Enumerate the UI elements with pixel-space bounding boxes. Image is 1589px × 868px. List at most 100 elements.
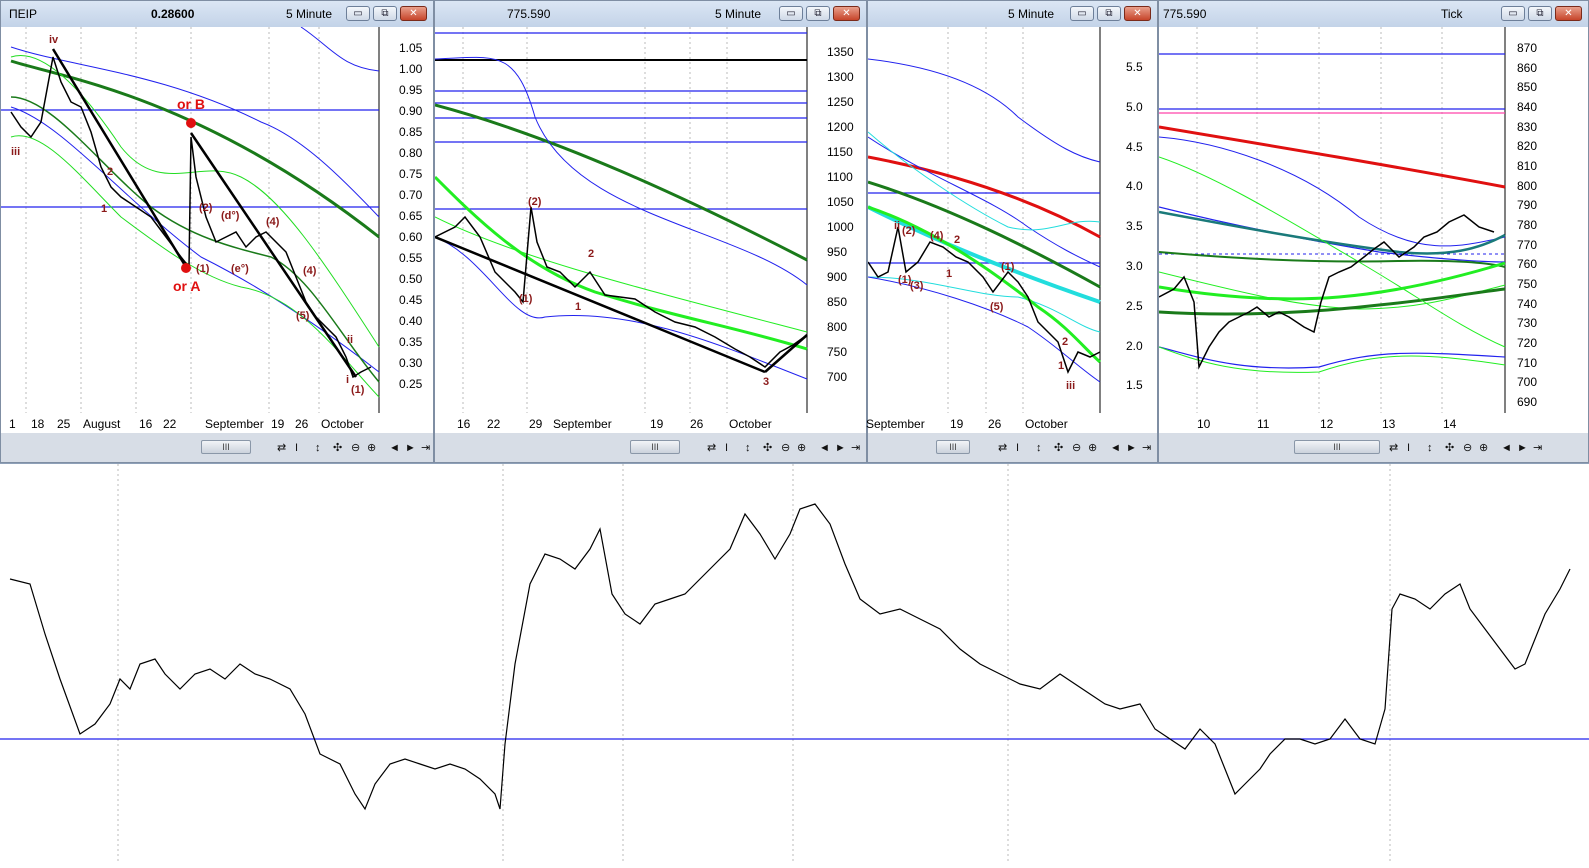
svg-text:860: 860 — [1517, 61, 1537, 75]
move-icon[interactable]: ✣ — [1445, 442, 1454, 454]
price-plot[interactable]: iv iii or B or A (2) (d°) (4) (1) (e°) (… — [1, 27, 433, 413]
end-icon[interactable]: ⇥ — [851, 442, 860, 454]
close-button[interactable]: ✕ — [1124, 6, 1151, 21]
end-icon[interactable]: ⇥ — [1533, 442, 1542, 454]
date-label: 26 — [690, 417, 704, 431]
zoom-out-icon[interactable]: ⊖ — [351, 442, 360, 454]
date-label: September — [866, 417, 925, 431]
svg-text:0.85: 0.85 — [399, 125, 423, 139]
cursor-icon[interactable]: I — [725, 442, 728, 454]
svg-text:820: 820 — [1517, 139, 1537, 153]
chart-window-2[interactable]: 775.590 5 Minute ▭ ⧉ ✕ (2) (1) 2 1 3 135… — [434, 0, 867, 463]
date-label: 16 — [457, 417, 471, 431]
svg-text:5.0: 5.0 — [1126, 100, 1143, 114]
refresh-icon[interactable]: ⇄ — [1389, 442, 1398, 454]
move-icon[interactable]: ✣ — [333, 442, 342, 454]
chart-window-4[interactable]: 775.590 Tick ▭ ⧉ ✕ 870 860 850 840 830 8… — [1158, 0, 1589, 463]
move-icon[interactable]: ✣ — [763, 442, 772, 454]
svg-text:840: 840 — [1517, 100, 1537, 114]
minimize-button[interactable]: ▭ — [346, 6, 370, 21]
date-label: 16 — [139, 417, 153, 431]
y-axis-labels: 1.05 1.00 0.95 0.90 0.85 0.80 0.75 0.70 0.65… — [399, 41, 423, 391]
wave-label: 2 — [588, 248, 594, 260]
minimize-button[interactable]: ▭ — [779, 6, 803, 21]
scroll-right-icon[interactable]: ► — [1517, 442, 1528, 454]
end-icon[interactable]: ⇥ — [421, 442, 430, 454]
zoom-in-icon[interactable]: ⊕ — [1088, 442, 1097, 454]
zoom-in-icon[interactable]: ⊕ — [1479, 442, 1488, 454]
price-plot[interactable]: ii (2) (4) 2 (1) (3) 1 (5) (1) iii 1 2 5… — [868, 27, 1157, 413]
move-icon[interactable]: ✣ — [1054, 442, 1063, 454]
price-chart-svg: ii (2) (4) 2 (1) (3) 1 (5) (1) iii 1 2 5… — [868, 27, 1143, 413]
cursor-icon[interactable]: I — [295, 442, 298, 454]
zoom-out-icon[interactable]: ⊖ — [781, 442, 790, 454]
date-label: 10 — [1197, 417, 1211, 431]
cursor-icon[interactable]: I — [1407, 442, 1410, 454]
svg-text:720: 720 — [1517, 336, 1537, 350]
svg-text:0.70: 0.70 — [399, 188, 423, 202]
title-bar[interactable]: ПЕІР 0.28600 5 Minute ▭ ⧉ ✕ — [1, 1, 433, 27]
crosshair-icon[interactable]: ↕ — [315, 442, 321, 454]
chart-toolbar: III ⇄ I ↕ ✣ ⊖ ⊕ ◄ ► ⇥ — [1159, 433, 1588, 462]
svg-text:1.5: 1.5 — [1126, 378, 1143, 392]
refresh-icon[interactable]: ⇄ — [277, 442, 286, 454]
date-axis: September 19 26 October — [866, 413, 1157, 433]
restore-button[interactable]: ⧉ — [1097, 6, 1121, 21]
title-bar[interactable]: 5 Minute ▭ ⧉ ✕ — [868, 1, 1157, 27]
minimize-button[interactable]: ▭ — [1501, 6, 1525, 21]
scroll-left-icon[interactable]: ◄ — [819, 442, 830, 454]
close-button[interactable]: ✕ — [400, 6, 427, 21]
svg-text:690: 690 — [1517, 395, 1537, 409]
scroll-left-icon[interactable]: ◄ — [1501, 442, 1512, 454]
refresh-icon[interactable]: ⇄ — [707, 442, 716, 454]
scroll-thumb[interactable]: III — [201, 440, 251, 454]
crosshair-icon[interactable]: ↕ — [1036, 442, 1042, 454]
scroll-right-icon[interactable]: ► — [405, 442, 416, 454]
bottom-line-chart[interactable] — [0, 463, 1589, 863]
crosshair-icon[interactable]: ↕ — [1427, 442, 1433, 454]
scroll-left-icon[interactable]: ◄ — [389, 442, 400, 454]
title-bar[interactable]: 775.590 5 Minute ▭ ⧉ ✕ — [435, 1, 866, 27]
restore-button[interactable]: ⧉ — [373, 6, 397, 21]
scroll-thumb[interactable]: III — [1294, 440, 1380, 454]
close-button[interactable]: ✕ — [833, 6, 860, 21]
restore-button[interactable]: ⧉ — [806, 6, 830, 21]
restore-button[interactable]: ⧉ — [1528, 6, 1552, 21]
svg-text:0.80: 0.80 — [399, 146, 423, 160]
price-label: 775.590 — [507, 7, 551, 21]
zoom-out-icon[interactable]: ⊖ — [1072, 442, 1081, 454]
wave-label: iv — [49, 34, 59, 46]
scroll-thumb[interactable]: III — [936, 440, 970, 454]
zoom-in-icon[interactable]: ⊕ — [797, 442, 806, 454]
svg-text:740: 740 — [1517, 297, 1537, 311]
svg-text:2.5: 2.5 — [1126, 299, 1143, 313]
crosshair-icon[interactable]: ↕ — [745, 442, 751, 454]
title-bar[interactable]: 775.590 Tick ▭ ⧉ ✕ — [1159, 1, 1588, 27]
close-button[interactable]: ✕ — [1555, 6, 1582, 21]
wave-label: (5) — [296, 310, 310, 322]
price-plot[interactable]: 870 860 850 840 830 820 810 800 790 780 770 76… — [1159, 27, 1588, 413]
end-icon[interactable]: ⇥ — [1142, 442, 1151, 454]
date-label: October — [729, 417, 772, 431]
cursor-icon[interactable]: I — [1016, 442, 1019, 454]
svg-text:0.65: 0.65 — [399, 209, 423, 223]
chart-window-3[interactable]: 5 Minute ▭ ⧉ ✕ ii (2) (4) 2 (1) (3) 1 (5… — [866, 0, 1158, 463]
scroll-right-icon[interactable]: ► — [1126, 442, 1137, 454]
scroll-thumb[interactable]: III — [630, 440, 680, 454]
interval-label: Tick — [1441, 7, 1463, 21]
price-chart-svg: (2) (1) 2 1 3 1350 1300 1250 1200 1150 1100… — [435, 27, 854, 413]
svg-text:1350: 1350 — [827, 45, 854, 59]
chart-window-1[interactable]: ПЕІР 0.28600 5 Minute ▭ ⧉ ✕ iv iii or B … — [0, 0, 434, 463]
wave-label: (e°) — [231, 263, 249, 275]
scroll-left-icon[interactable]: ◄ — [1110, 442, 1121, 454]
refresh-icon[interactable]: ⇄ — [998, 442, 1007, 454]
scroll-right-icon[interactable]: ► — [835, 442, 846, 454]
zoom-out-icon[interactable]: ⊖ — [1463, 442, 1472, 454]
minimize-button[interactable]: ▭ — [1070, 6, 1094, 21]
zoom-in-icon[interactable]: ⊕ — [367, 442, 376, 454]
wave-label: (1) — [351, 384, 365, 396]
date-label: 22 — [163, 417, 177, 431]
price-plot[interactable]: (2) (1) 2 1 3 1350 1300 1250 1200 1150 1100… — [435, 27, 866, 413]
wave-label: (5) — [990, 301, 1004, 313]
price-chart-svg: 870 860 850 840 830 820 810 800 790 780 770 76… — [1159, 27, 1537, 413]
